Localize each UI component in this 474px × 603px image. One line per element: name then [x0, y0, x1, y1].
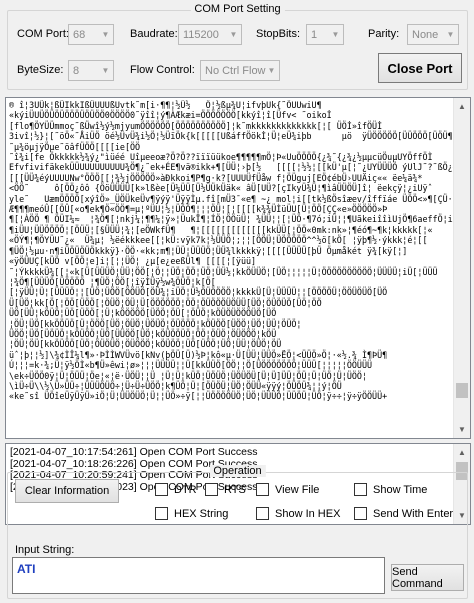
close-port-button[interactable]: Close Port: [378, 53, 462, 83]
bytesize-select[interactable]: 8 ▼: [68, 60, 114, 81]
stopbits-select[interactable]: 1 ▼: [306, 24, 344, 45]
stopbits-value: 1: [311, 28, 318, 41]
send-with-enter-label: Send With Enter: [373, 507, 454, 520]
dtr-label: DTR: [174, 483, 197, 496]
dtr-checkbox[interactable]: DTR: [155, 483, 197, 496]
bytesize-label: ByteSize:: [17, 64, 64, 76]
send-with-enter-checkbox-box[interactable]: [354, 507, 367, 520]
input-string-value: ATI: [17, 562, 36, 576]
flow-control-label: Flow Control:: [130, 64, 195, 76]
show-time-checkbox[interactable]: Show Time: [354, 483, 427, 496]
view-file-label: View File: [275, 483, 320, 496]
baudrate-value: 115200: [183, 28, 219, 41]
hex-string-label: HEX String: [174, 507, 229, 520]
send-with-enter-checkbox[interactable]: Send With Enter: [354, 507, 453, 520]
rts-label: RTS: [224, 483, 246, 496]
hex-string-checkbox-box[interactable]: [155, 507, 168, 520]
chevron-down-icon: ▼: [101, 30, 110, 39]
scroll-up-arrow-icon[interactable]: ▲: [454, 444, 470, 461]
com-port-value: 68: [73, 28, 86, 41]
bytesize-value: 8: [73, 64, 80, 77]
flow-control-value: No Ctrl Flow: [205, 64, 266, 77]
parity-value: None: [412, 28, 439, 41]
receive-text: ® î¦3UÜk¦ßÜIkkIßÜUUUßUvtk˜m[i·¶¶¦½Ü½ Ö¦½…: [9, 100, 453, 402]
flow-control-select[interactable]: No Ctrl Flow ▼: [200, 60, 280, 81]
com-port-select[interactable]: 68 ▼: [68, 24, 114, 45]
send-command-button[interactable]: Send Command: [391, 564, 464, 591]
scroll-up-arrow-icon[interactable]: ▲: [454, 98, 470, 115]
input-string-field[interactable]: ATI: [12, 557, 385, 594]
show-in-hex-checkbox-box[interactable]: [256, 507, 269, 520]
hex-string-checkbox[interactable]: HEX String: [155, 507, 228, 520]
chevron-down-icon: ▼: [101, 66, 110, 75]
show-time-checkbox-box[interactable]: [354, 483, 367, 496]
baudrate-select[interactable]: 115200 ▼: [178, 24, 242, 45]
operation-panel-title: Operation: [209, 465, 266, 477]
view-file-checkbox[interactable]: View File: [256, 483, 319, 496]
chevron-down-icon: ▼: [229, 30, 238, 39]
dtr-checkbox-box[interactable]: [155, 483, 168, 496]
input-string-label: Input String:: [15, 544, 75, 556]
chevron-down-icon: ▼: [331, 30, 340, 39]
chevron-down-icon: ▼: [267, 66, 276, 75]
rts-checkbox[interactable]: RTS: [205, 483, 246, 496]
baudrate-label: Baudrate:: [130, 28, 178, 40]
receive-textarea[interactable]: ® î¦3UÜk¦ßÜIkkIßÜUUUßUvtk˜m[i·¶¶¦½Ü½ Ö¦½…: [5, 97, 471, 439]
show-in-hex-checkbox[interactable]: Show In HEX: [256, 507, 340, 520]
log-line: [2021-04-07_10:17:54:261] Open COM Port …: [10, 446, 258, 458]
show-in-hex-label: Show In HEX: [275, 507, 341, 520]
receive-scrollbar[interactable]: ▲ ▼: [453, 98, 470, 438]
parity-select[interactable]: None ▼: [407, 24, 459, 45]
scroll-down-arrow-icon[interactable]: ▼: [454, 421, 470, 438]
show-time-label: Show Time: [373, 483, 428, 496]
clear-button[interactable]: Clear Information: [15, 479, 119, 503]
stopbits-label: StopBits:: [256, 28, 301, 40]
rts-checkbox-box[interactable]: [205, 483, 218, 496]
receive-scroll-thumb[interactable]: [456, 383, 468, 398]
com-port-setting-title: COM Port Setting: [190, 3, 285, 15]
chevron-down-icon: ▼: [446, 30, 455, 39]
view-file-checkbox-box[interactable]: [256, 483, 269, 496]
parity-label: Parity:: [368, 28, 400, 40]
com-port-label: COM Port:: [17, 28, 69, 40]
